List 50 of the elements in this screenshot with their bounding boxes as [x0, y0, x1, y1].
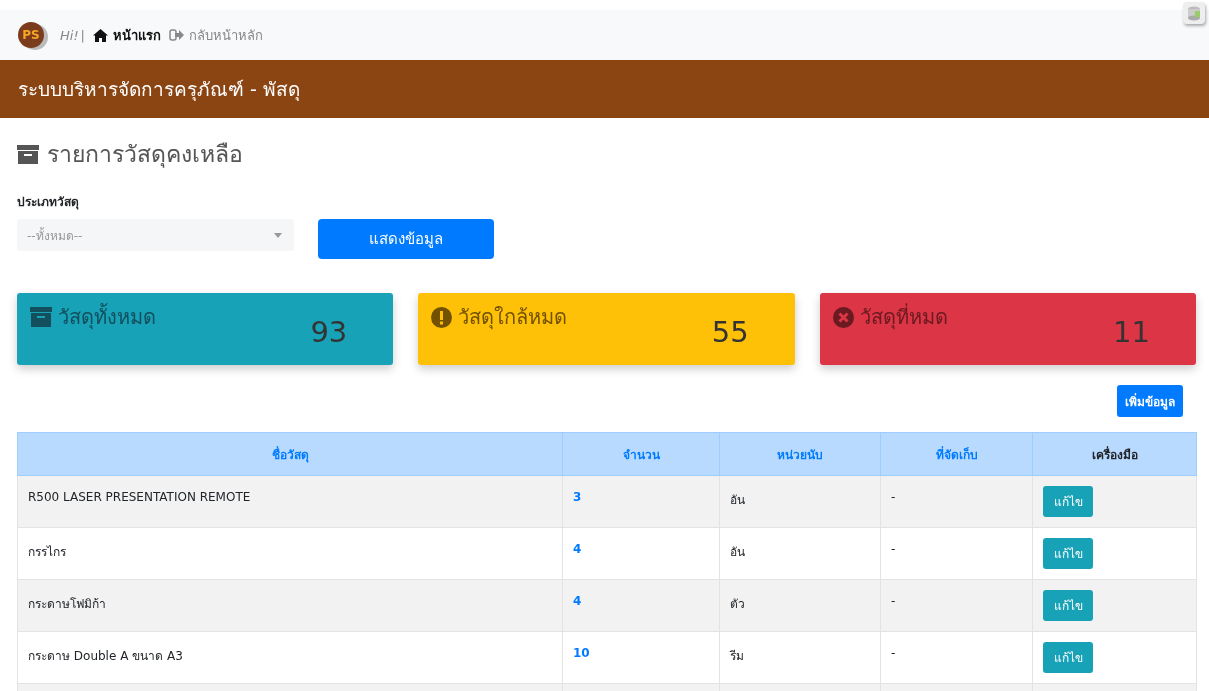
archive-box-icon [17, 144, 39, 164]
edit-button[interactable]: แก้ไข [1043, 486, 1093, 517]
quantity-link[interactable]: 10 [562, 631, 720, 684]
table-cell: - [880, 579, 1033, 632]
table-cell: กระดาษโฟมิก้า [17, 579, 563, 632]
card-count: 93 [310, 315, 348, 351]
card-count: 55 [711, 315, 749, 351]
table-cell: - [880, 475, 1033, 528]
table-cell: กรรไกร [17, 527, 563, 580]
home-icon [93, 28, 108, 42]
quantity-link[interactable]: 3 [562, 475, 720, 528]
avatar: PS [18, 22, 44, 48]
archive-box-icon [30, 307, 52, 327]
quantity-link[interactable]: 4 [562, 527, 720, 580]
column-header[interactable]: จำนวน [562, 432, 720, 476]
show-data-button[interactable]: แสดงข้อมูล [318, 219, 494, 259]
table-cell: R500 LASER PRESENTATION REMOTE [17, 475, 563, 528]
home-link[interactable]: หน้าแรก [93, 24, 161, 46]
category-select[interactable]: --ทั้งหมด-- [17, 219, 294, 251]
field-label: ประเภทวัสดุ [17, 194, 80, 211]
card-label: วัสดุใกล้หมด [458, 304, 568, 332]
column-header: เครื่องมือ [1032, 432, 1197, 476]
card-count: 11 [1113, 315, 1150, 351]
table-cell: อัน [719, 527, 881, 580]
table-cell: - [880, 631, 1033, 684]
table-cell: อัน [719, 475, 881, 528]
card-label: วัสดุทั้งหมด [58, 302, 156, 332]
table-cell: ตัว [719, 579, 881, 632]
add-button[interactable]: เพิ่มข้อมูล [1117, 385, 1183, 417]
app-title: ระบบบริหารจัดการครุภัณฑ์ - พัสดุ [18, 77, 300, 103]
close-circle-icon [832, 306, 854, 328]
separator: | [80, 27, 85, 43]
edit-button[interactable]: แก้ไข [1043, 642, 1093, 673]
caret-icon [274, 232, 282, 238]
edit-button[interactable]: แก้ไข [1043, 590, 1093, 621]
column-header[interactable]: หน่วยนับ [719, 432, 881, 476]
exclamation-circle-icon [431, 306, 453, 328]
table-cell: รีม [719, 631, 881, 684]
back-link[interactable]: กลับหน้าหลัก [169, 24, 263, 46]
column-header[interactable]: ชื่อวัสดุ [17, 432, 563, 476]
table-cell: - [880, 527, 1033, 580]
page-title: รายการวัสดุคงเหลือ [47, 140, 243, 170]
database-button[interactable] [1183, 2, 1205, 24]
column-header[interactable]: ที่จัดเก็บ [880, 432, 1033, 476]
table-cell: กระดาษ Double A ขนาด A3 [17, 631, 563, 684]
greeting: Hi! [60, 27, 79, 43]
edit-button[interactable]: แก้ไข [1043, 538, 1093, 569]
card-label: วัสดุที่หมด [859, 302, 948, 332]
quantity-link[interactable]: 4 [562, 579, 720, 632]
sign-out-icon [169, 29, 184, 41]
